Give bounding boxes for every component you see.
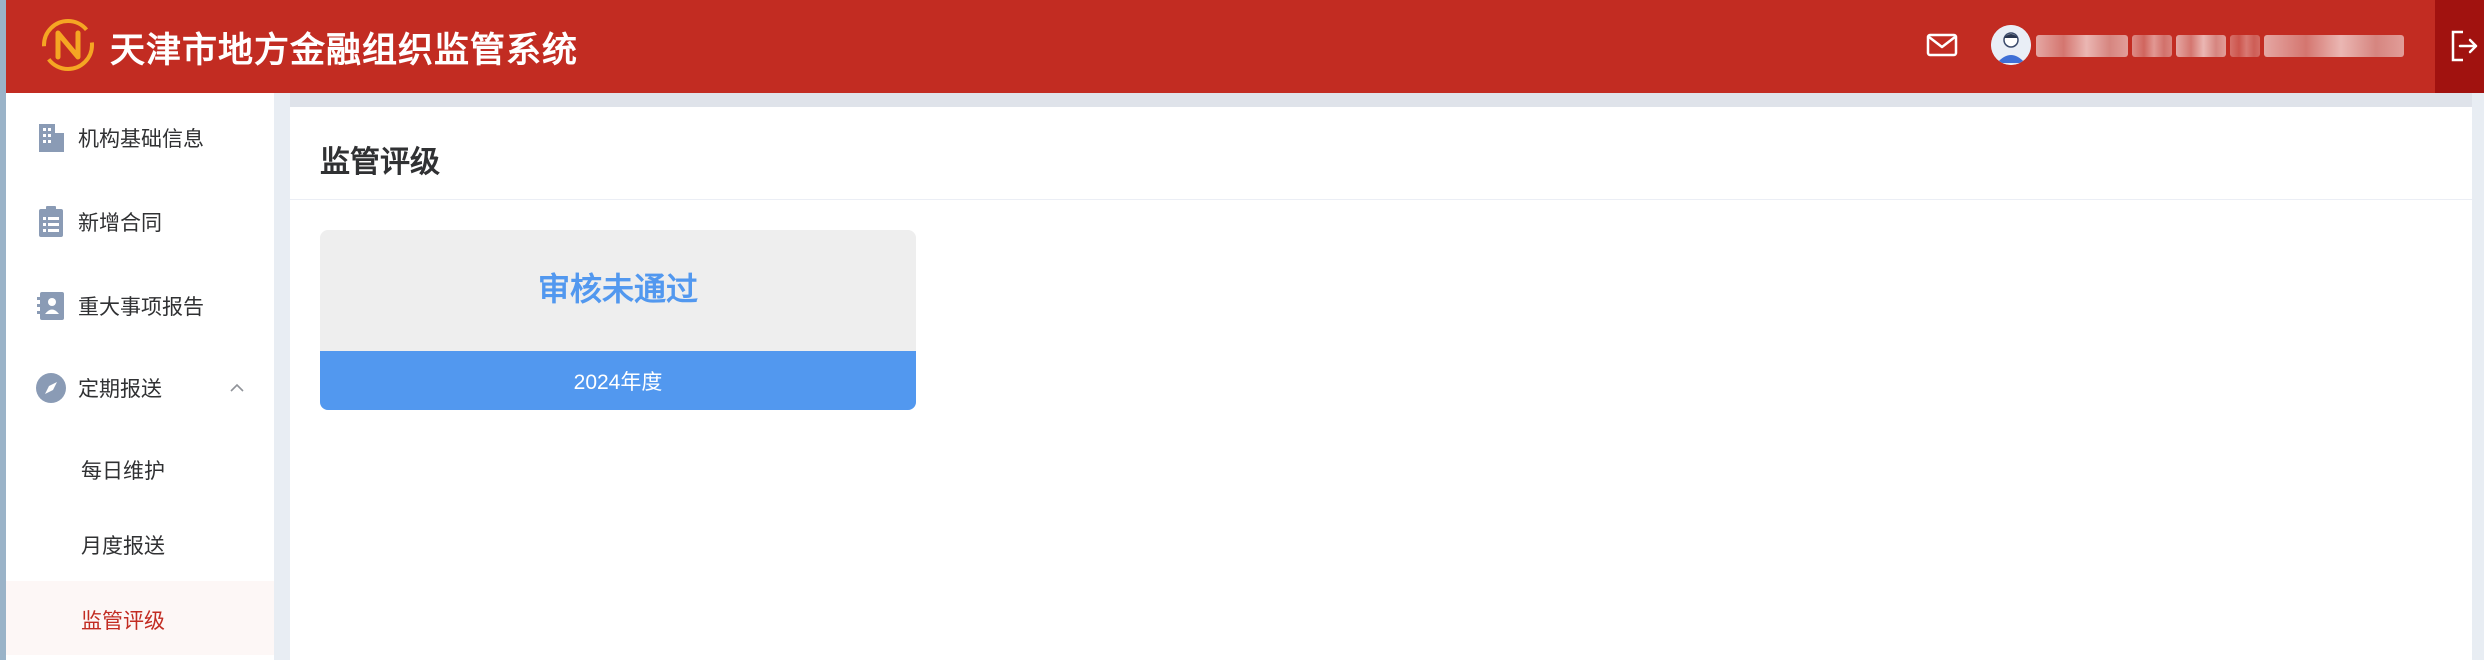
- sidebar-nav: 机构基础信息 新增合同 重大事项报告 定期报送 每日维护 月度报送 监管评级: [6, 93, 274, 660]
- sidebar-subitem-daily-maintenance[interactable]: 每日维护: [6, 431, 274, 505]
- compass-icon: [34, 371, 68, 405]
- sidebar-subitem-monthly-report[interactable]: 月度报送: [6, 506, 274, 580]
- sidebar-subitem-label: 每日维护: [81, 460, 165, 483]
- logout-button[interactable]: [2435, 0, 2484, 93]
- sidebar-item-periodic-report[interactable]: 定期报送: [6, 353, 274, 423]
- sidebar-item-label: 定期报送: [78, 378, 162, 401]
- sidebar-subitem-regulatory-rating[interactable]: 监管评级: [6, 581, 274, 655]
- mail-icon[interactable]: [1924, 27, 1960, 63]
- sidebar-item-org-info[interactable]: 机构基础信息: [6, 103, 274, 173]
- chevron-up-icon: [228, 379, 246, 397]
- user-name-redacted[interactable]: [2036, 30, 2418, 62]
- title-divider: [290, 199, 2472, 200]
- top-header: 天津市地方金融组织监管系统: [6, 0, 2484, 93]
- sidebar-item-label: 机构基础信息: [78, 128, 204, 151]
- app-frame: 天津市地方金融组织监管系统 机构基础信息 新增合同 重大事项报告 定期报送 每日…: [0, 0, 2484, 660]
- sidebar-subitem-label: 月度报送: [81, 535, 165, 558]
- sidebar-item-label: 重大事项报告: [78, 296, 204, 319]
- rating-card[interactable]: 审核未通过 2024年度: [320, 230, 916, 410]
- page-title: 监管评级: [320, 145, 440, 180]
- clipboard-list-icon: [34, 205, 68, 239]
- rating-year-bar: 2024年度: [320, 351, 916, 410]
- sidebar-item-new-contract[interactable]: 新增合同: [6, 187, 274, 257]
- building-icon: [34, 121, 68, 155]
- app-title: 天津市地方金融组织监管系统: [110, 31, 579, 71]
- sidebar-item-label: 新增合同: [78, 212, 162, 235]
- sidebar-item-major-events[interactable]: 重大事项报告: [6, 271, 274, 341]
- rating-status-text: 审核未通过: [537, 270, 698, 308]
- user-avatar-icon[interactable]: [1991, 25, 2031, 65]
- content-gutter-right: [2472, 93, 2484, 660]
- main-panel: 监管评级 审核未通过 2024年度: [290, 107, 2472, 660]
- logout-icon: [2451, 30, 2478, 62]
- content-gutter: [274, 93, 290, 660]
- sidebar-subitem-label: 监管评级: [81, 610, 165, 633]
- stylized-n-logo-icon: [40, 17, 96, 73]
- contact-book-icon: [34, 289, 68, 323]
